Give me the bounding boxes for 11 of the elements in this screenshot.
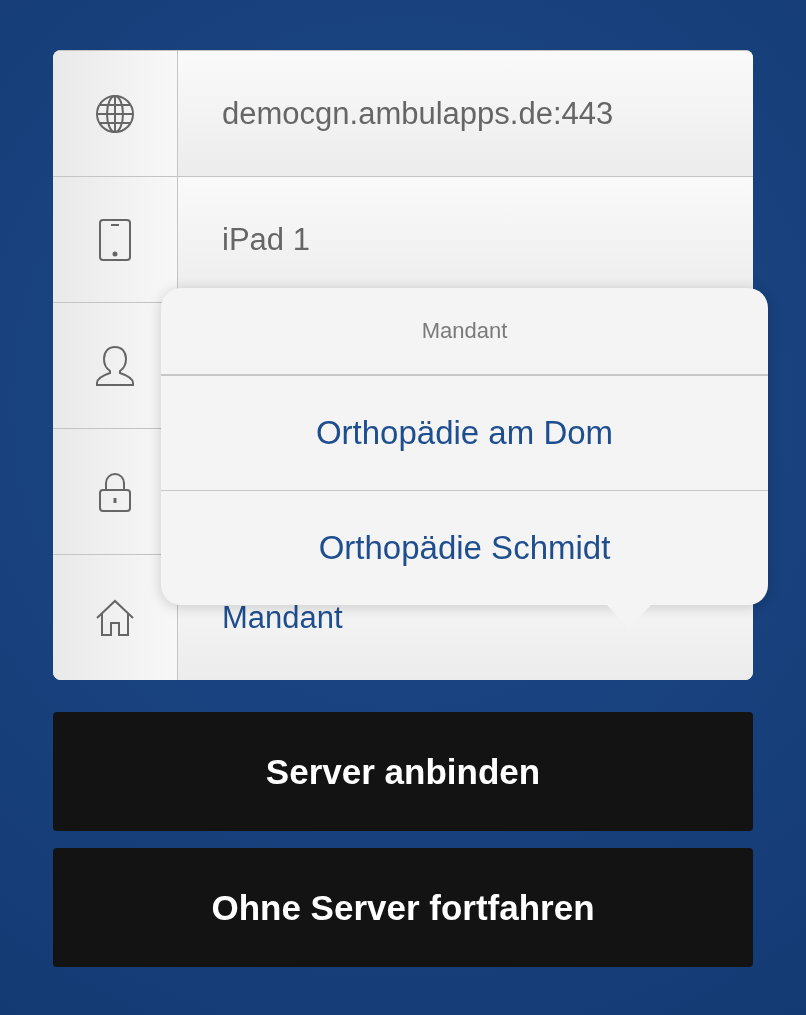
popover-option[interactable]: Orthopädie am Dom bbox=[161, 375, 768, 490]
field-value[interactable]: iPad 1 bbox=[222, 222, 310, 258]
globe-icon bbox=[95, 93, 135, 134]
user-icon bbox=[94, 344, 136, 387]
popover-option[interactable]: Orthopädie Schmidt bbox=[161, 490, 768, 605]
lock-icon bbox=[98, 470, 132, 513]
action-button[interactable]: Ohne Server fortfahren bbox=[53, 848, 753, 967]
popover-title: Mandant bbox=[421, 318, 508, 344]
action-button[interactable]: Server anbinden bbox=[53, 712, 753, 831]
house-icon bbox=[95, 598, 135, 637]
tablet-icon bbox=[98, 218, 132, 261]
